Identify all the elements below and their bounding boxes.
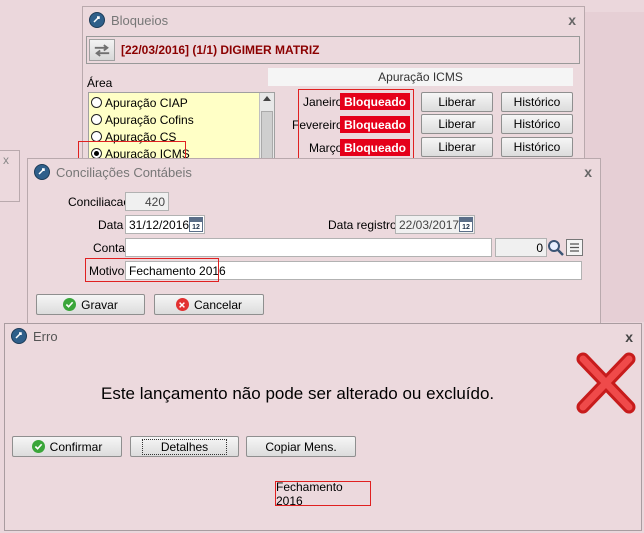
copiar-button[interactable]: Copiar Mens. bbox=[246, 436, 356, 457]
data-registro-value: 22/03/2017 bbox=[399, 217, 460, 232]
historico-button-janeiro[interactable]: Histórico bbox=[501, 92, 573, 112]
conciliacao-value: 420 bbox=[144, 194, 165, 209]
conciliacoes-close-icon[interactable]: x bbox=[584, 164, 592, 180]
data-value: 31/12/2016 bbox=[129, 217, 190, 232]
search-icon[interactable] bbox=[547, 238, 565, 257]
confirmar-button[interactable]: Confirmar bbox=[12, 436, 122, 457]
conta-number: 0 bbox=[536, 240, 543, 255]
radio-cofins[interactable] bbox=[91, 114, 102, 125]
detalhes-label: Detalhes bbox=[141, 438, 228, 455]
cancelar-label: Cancelar bbox=[193, 297, 243, 312]
check-icon bbox=[31, 440, 45, 453]
app-icon bbox=[34, 164, 50, 180]
background-close-icon: x bbox=[3, 153, 9, 167]
gravar-button[interactable]: Gravar bbox=[36, 294, 145, 315]
conta-number-field: 0 bbox=[495, 238, 547, 257]
historico-button-marco[interactable]: Histórico bbox=[501, 137, 573, 157]
swap-arrows-icon[interactable] bbox=[89, 39, 115, 61]
calendar-icon: 12 bbox=[459, 217, 473, 232]
erro-window: Erro x Este lançamento não pode ser alte… bbox=[4, 323, 642, 531]
cancelar-button[interactable]: Cancelar bbox=[154, 294, 264, 315]
erro-message: Este lançamento não pode ser alterado ou… bbox=[101, 384, 495, 403]
detalhes-button[interactable]: Detalhes bbox=[130, 436, 239, 457]
conciliacoes-window: Conciliações Contábeis x Conciliacao 420… bbox=[27, 158, 601, 324]
bloqueios-close-icon[interactable]: x bbox=[568, 12, 576, 28]
bloqueios-titlebar: Bloqueios x bbox=[83, 7, 584, 33]
conciliacoes-titlebar: Conciliações Contábeis x bbox=[28, 159, 600, 185]
gravar-label: Gravar bbox=[81, 297, 118, 312]
calendar-icon[interactable]: 12 bbox=[189, 217, 203, 232]
conta-field[interactable] bbox=[125, 238, 492, 257]
liberar-button-marco[interactable]: Liberar bbox=[421, 137, 493, 157]
historico-button-fevereiro[interactable]: Histórico bbox=[501, 114, 573, 134]
detail-text-box: Fechamento 2016 bbox=[275, 479, 371, 508]
motivo-highlight bbox=[85, 258, 219, 282]
radio-ciap[interactable] bbox=[91, 97, 102, 108]
area-item-label: Apuração Cofins bbox=[105, 113, 194, 127]
area-item-cofins[interactable]: Apuração Cofins bbox=[91, 113, 194, 127]
conta-label: Conta bbox=[93, 241, 126, 255]
erro-close-icon[interactable]: x bbox=[625, 329, 633, 345]
bloqueios-header-text: [22/03/2016] (1/1) DIGIMER MATRIZ bbox=[121, 43, 320, 57]
erro-title: Erro bbox=[33, 328, 58, 344]
bloqueios-title: Bloqueios bbox=[111, 12, 169, 28]
liberar-button-janeiro[interactable]: Liberar bbox=[421, 92, 493, 112]
confirmar-label: Confirmar bbox=[49, 439, 103, 454]
background-window-edge: x bbox=[0, 150, 20, 202]
data-registro-label: Data registro bbox=[328, 218, 397, 232]
app-icon bbox=[89, 12, 105, 28]
liberar-button-fevereiro[interactable]: Liberar bbox=[421, 114, 493, 134]
bloqueios-header-bar: [22/03/2016] (1/1) DIGIMER MATRIZ bbox=[86, 36, 580, 64]
conciliacao-label: Conciliacao bbox=[68, 195, 131, 209]
cancel-icon bbox=[175, 298, 189, 311]
section-header: Apuração ICMS bbox=[268, 68, 573, 86]
data-label: Data bbox=[98, 218, 124, 232]
conciliacao-field: 420 bbox=[125, 192, 169, 211]
error-x-icon bbox=[575, 349, 637, 415]
area-list-scrollbar[interactable] bbox=[259, 93, 274, 168]
detail-text: Fechamento 2016 bbox=[276, 479, 343, 508]
months-highlight bbox=[298, 89, 414, 160]
conciliacoes-title: Conciliações Contábeis bbox=[56, 164, 192, 180]
app-icon bbox=[11, 328, 27, 344]
area-item-ciap[interactable]: Apuração CIAP bbox=[91, 96, 188, 110]
bloqueios-window: Bloqueios x [22/03/2016] (1/1) DIGIMER M… bbox=[78, 6, 585, 168]
list-icon[interactable] bbox=[566, 239, 583, 256]
erro-titlebar: Erro x bbox=[5, 324, 641, 348]
scroll-up-icon[interactable] bbox=[263, 96, 271, 101]
check-icon bbox=[63, 298, 77, 311]
area-label: Área bbox=[87, 76, 113, 90]
area-item-label: Apuração CIAP bbox=[105, 96, 188, 110]
